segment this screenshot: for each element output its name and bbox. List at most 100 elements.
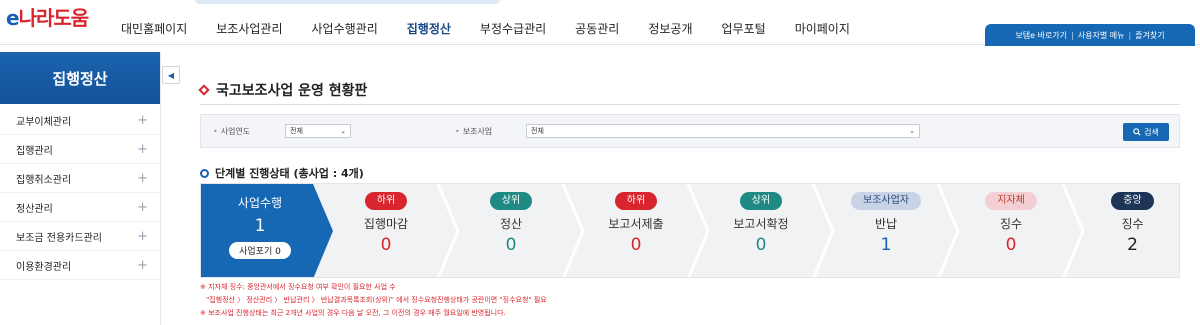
stage-arrow-divider xyxy=(811,184,835,277)
sidebar-collapse-icon[interactable]: ◀ xyxy=(162,66,180,84)
stage-badge: 하위 xyxy=(614,192,658,210)
page-title-text: 국고보조사업 운영 현황판 xyxy=(216,83,368,99)
circle-bullet-icon xyxy=(200,168,209,178)
stage-report-submit[interactable]: 하위 보고서제출 0 xyxy=(584,184,688,277)
stage-badge: 하위 xyxy=(364,192,408,210)
stage-count: 0 xyxy=(755,235,767,255)
nav-item-common-management[interactable]: 공동관리 xyxy=(575,20,619,37)
nav-item-public-home[interactable]: 대민홈페이지 xyxy=(121,20,187,37)
stage-arrow-divider xyxy=(1061,184,1085,277)
stage-label: 보고서확정 xyxy=(733,217,789,231)
plus-icon: + xyxy=(137,199,148,215)
quick-link-separator: | xyxy=(1128,30,1132,40)
top-search-strip xyxy=(195,0,500,4)
global-header: e나라도움 대민홈페이지 보조사업관리 사업수행관리 집행정산 부정수급관리 공… xyxy=(0,0,1200,46)
search-button[interactable]: 검색 xyxy=(1123,123,1169,141)
sidebar-item-label: 보조금 전용카드관리 xyxy=(16,232,102,244)
sidebar-item-label: 집행관리 xyxy=(16,145,53,157)
stage-execution-close[interactable]: 하위 집행마감 0 xyxy=(334,184,438,277)
stage-arrow-divider xyxy=(436,184,460,277)
nav-item-fraud-management[interactable]: 부정수급관리 xyxy=(480,20,546,37)
year-select-value: 전체 xyxy=(290,127,303,135)
search-button-label: 검색 xyxy=(1144,127,1159,137)
bullet-icon: • xyxy=(213,127,218,136)
stage-report-confirm[interactable]: 상위 보고서확정 0 xyxy=(709,184,813,277)
stage-count: 0 xyxy=(1005,235,1017,255)
nav-item-information-disclosure[interactable]: 정보공개 xyxy=(648,20,692,37)
stage-settlement[interactable]: 상위 정산 0 xyxy=(459,184,563,277)
project-select[interactable]: 전체 ⌄ xyxy=(526,124,920,138)
title-divider xyxy=(200,104,1180,105)
search-icon xyxy=(1133,128,1141,136)
notes: ※ 지자체 징수: 중앙관서에서 징수요청 여부 확인이 필요한 사업 수 "집… xyxy=(200,281,547,320)
project-label: • 보조사업 xyxy=(455,126,492,137)
nav-item-project-execution[interactable]: 사업수행관리 xyxy=(312,20,378,37)
project-select-value: 전체 xyxy=(531,127,544,135)
nav-item-my-page[interactable]: 마이페이지 xyxy=(795,20,850,37)
sidebar-item-label: 집행취소관리 xyxy=(16,174,72,186)
stage-badge: 지자체 xyxy=(985,192,1037,210)
stage-return[interactable]: 보조사업자 반납 1 xyxy=(834,184,938,277)
stage-label: 정산 xyxy=(499,217,523,231)
stage-label: 사업수행 xyxy=(237,196,283,210)
sidebar-item-label: 정산관리 xyxy=(16,203,53,215)
stage-central-collection[interactable]: 중앙 징수 2 xyxy=(1084,184,1179,277)
stage-project-execution[interactable]: 사업수행 1 사업포기 0 xyxy=(201,184,319,277)
note-line: ※ 보조사업 진행상태는 최근 2개년 사업의 경우 다음 날 오전, 그 이전… xyxy=(200,309,506,317)
sidebar-item-label: 이용환경관리 xyxy=(16,261,72,273)
sidebar-item-execution[interactable]: 집행관리 + xyxy=(0,135,160,164)
logo-text: 나라도움 xyxy=(18,6,90,30)
note-line: ※ 지자체 징수: 중앙관서에서 징수요청 여부 확인이 필요한 사업 수 xyxy=(200,283,396,291)
quick-links-bar: 보탬e 바로가기 | 사용자별 메뉴 | 즐겨찾기 xyxy=(985,24,1195,46)
year-select[interactable]: 전체 ⌄ xyxy=(285,124,351,138)
stage-label: 보고서제출 xyxy=(608,217,664,231)
sidebar-item-settlement[interactable]: 정산관리 + xyxy=(0,193,160,222)
diamond-bullet-icon xyxy=(198,84,210,96)
sidebar-item-environment[interactable]: 이용환경관리 + xyxy=(0,251,160,280)
stage-flow: 사업수행 1 사업포기 0 하위 집행마감 0 상위 정산 0 하위 보고서제출… xyxy=(200,183,1180,278)
stage-count: 1 xyxy=(880,235,892,255)
quick-link-favorites[interactable]: 즐겨찾기 xyxy=(1135,30,1164,41)
plus-icon: + xyxy=(137,170,148,186)
sidebar-item-subsidy-card[interactable]: 보조금 전용카드관리 + xyxy=(0,222,160,251)
stage-count: 0 xyxy=(630,235,642,255)
nav-item-subsidy-management[interactable]: 보조사업관리 xyxy=(216,20,282,37)
bullet-icon: • xyxy=(455,127,460,136)
stage-arrow-divider xyxy=(936,184,960,277)
quick-link-botame[interactable]: 보탬e 바로가기 xyxy=(1015,30,1067,41)
nav-item-work-portal[interactable]: 업무포털 xyxy=(722,20,766,37)
plus-icon: + xyxy=(137,141,148,157)
site-logo[interactable]: e나라도움 xyxy=(6,2,90,31)
sidebar-item-label: 교부이체관리 xyxy=(16,116,72,128)
stage-arrow-divider xyxy=(561,184,585,277)
abandon-button[interactable]: 사업포기 0 xyxy=(229,242,291,259)
stage-badge: 상위 xyxy=(489,192,533,210)
sidebar-item-grant-transfer[interactable]: 교부이체관리 + xyxy=(0,106,160,135)
plus-icon: + xyxy=(137,228,148,244)
stage-local-collection[interactable]: 지자체 징수 0 xyxy=(959,184,1063,277)
sidebar-item-execution-cancel[interactable]: 집행취소관리 + xyxy=(0,164,160,193)
global-nav: 대민홈페이지 보조사업관리 사업수행관리 집행정산 부정수급관리 공동관리 정보… xyxy=(121,20,879,37)
year-label-text: 사업연도 xyxy=(220,127,251,136)
sidebar-title: 집행정산 xyxy=(0,52,160,104)
stage-badge: 보조사업자 xyxy=(851,192,921,210)
section-title: 단계별 진행상태 (총사업 : 4개) xyxy=(200,165,364,181)
nav-item-execution-settlement[interactable]: 집행정산 xyxy=(407,20,451,37)
year-label: • 사업연도 xyxy=(213,126,250,137)
stage-arrow-divider xyxy=(686,184,710,277)
sidebar-divider xyxy=(160,52,161,325)
project-label-text: 보조사업 xyxy=(462,127,493,136)
plus-icon: + xyxy=(137,112,148,128)
chevron-down-icon: ⌄ xyxy=(340,127,346,135)
section-title-text: 단계별 진행상태 (총사업 : 4개) xyxy=(215,167,364,180)
page-title: 국고보조사업 운영 현황판 xyxy=(198,80,368,100)
stage-label: 집행마감 xyxy=(363,217,409,231)
stage-count: 0 xyxy=(505,235,517,255)
stage-label: 반납 xyxy=(874,217,898,231)
quick-link-user-menu[interactable]: 사용자별 메뉴 xyxy=(1078,30,1125,41)
sidebar-menu: 교부이체관리 + 집행관리 + 집행취소관리 + 정산관리 + 보조금 전용카드… xyxy=(0,106,160,280)
quick-link-separator: | xyxy=(1071,30,1074,40)
stage-count: 0 xyxy=(380,235,392,255)
stage-label: 징수 xyxy=(1121,217,1144,231)
search-panel: • 사업연도 전체 ⌄ • 보조사업 전체 ⌄ 검색 xyxy=(200,114,1180,148)
